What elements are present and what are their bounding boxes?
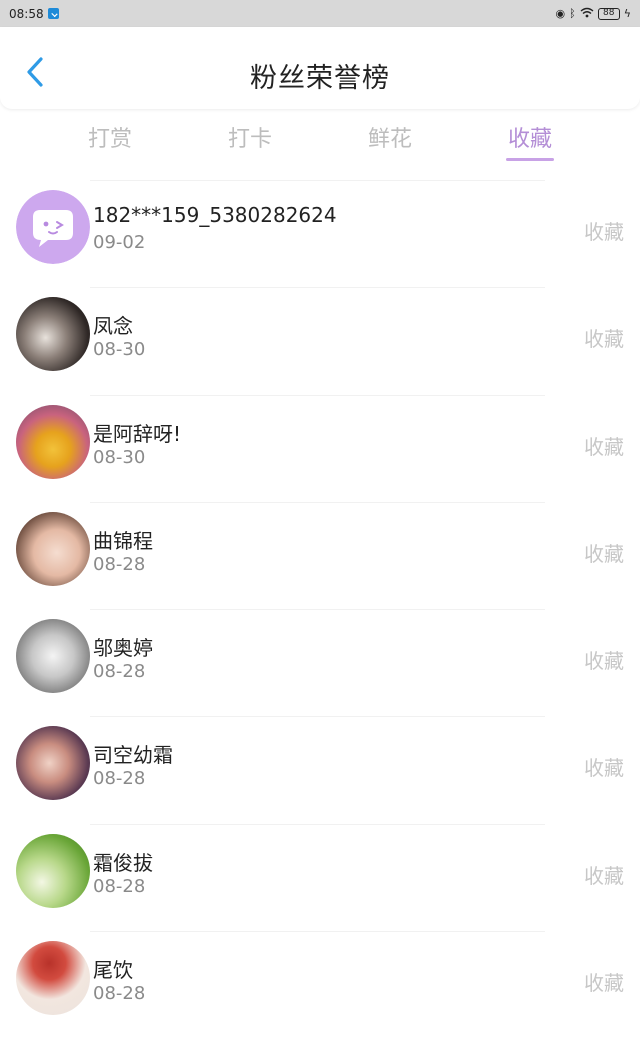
list-item[interactable]: 邬奥婷 08-28 收藏: [0, 609, 640, 716]
list-item[interactable]: 曲锦程 08-28 收藏: [0, 501, 640, 609]
tab-checkin[interactable]: 打卡: [200, 110, 300, 153]
avatar[interactable]: [16, 190, 90, 264]
favorite-label: 收藏: [584, 756, 624, 781]
divider: [90, 180, 545, 181]
tab-label: 打赏: [87, 127, 132, 152]
fan-name: 邬奥婷: [93, 636, 153, 661]
fan-name: 是阿辞呀!: [93, 421, 182, 446]
fan-date: 08-28: [93, 768, 146, 790]
status-bar-left: 08:58: [9, 7, 59, 21]
status-bar: 08:58 ◉ ᛒ 88 ϟ: [0, 0, 640, 27]
wifi-icon: [580, 7, 594, 20]
eye-icon: ◉: [555, 7, 566, 20]
tab-label: 打卡: [227, 127, 272, 152]
active-tab-indicator: [506, 158, 554, 161]
fan-list: 182***159_5380282624 09-02 收藏 凤念 08-30 收…: [0, 180, 640, 1038]
divider: [90, 394, 545, 396]
battery-icon: 88: [597, 7, 620, 20]
avatar[interactable]: [16, 619, 90, 694]
list-item[interactable]: 是阿辞呀! 08-30 收藏: [0, 394, 640, 502]
tab-reward[interactable]: 打赏: [60, 110, 160, 153]
fan-date: 08-30: [93, 339, 146, 361]
fan-name: 霜俊拔: [93, 850, 153, 875]
avatar[interactable]: [16, 511, 90, 586]
favorite-label: 收藏: [584, 863, 624, 888]
page-title: 粉丝荣誉榜: [250, 63, 390, 94]
favorite-label: 收藏: [584, 649, 624, 674]
fan-name: 尾饮: [93, 958, 133, 983]
fan-name: 182***159_5380282624: [93, 203, 337, 227]
fan-name: 凤念: [93, 314, 133, 339]
favorite-label: 收藏: [584, 434, 624, 459]
favorite-label: 收藏: [584, 971, 624, 996]
list-item[interactable]: 尾饮 08-28 收藏: [0, 931, 640, 1038]
list-item[interactable]: 司空幼霜 08-28 收藏: [0, 716, 640, 823]
tab-flowers[interactable]: 鲜花: [340, 110, 440, 153]
fan-date: 08-28: [93, 553, 146, 575]
status-time: 08:58: [9, 6, 44, 21]
list-item[interactable]: 182***159_5380282624 09-02 收藏: [0, 180, 640, 287]
notification-app-icon: [47, 8, 59, 19]
default-chat-bubble-avatar-icon: [16, 190, 90, 264]
favorite-label: 收藏: [584, 541, 624, 566]
bluetooth-icon: ᛒ: [569, 7, 576, 20]
list-item[interactable]: 霜俊拔 08-28 收藏: [0, 823, 640, 931]
favorite-label: 收藏: [584, 220, 624, 244]
fan-date: 08-28: [93, 983, 146, 1005]
divider: [90, 716, 545, 718]
fan-name: 曲锦程: [93, 528, 153, 553]
divider: [90, 931, 545, 933]
fan-date: 09-02: [93, 232, 146, 253]
avatar[interactable]: [16, 404, 90, 479]
status-bar-right: ◉ ᛒ 88 ϟ: [556, 7, 631, 20]
divider: [90, 609, 545, 611]
divider: [90, 287, 545, 289]
fan-date: 08-28: [93, 661, 146, 683]
avatar[interactable]: [16, 297, 90, 372]
fan-date: 08-30: [93, 446, 146, 468]
avatar[interactable]: [16, 833, 90, 908]
favorite-label: 收藏: [584, 327, 624, 352]
header-bar: 粉丝荣誉榜: [0, 27, 640, 109]
tab-bar: 打赏 打卡 鲜花 收藏: [0, 110, 640, 170]
tab-label: 鲜花: [367, 127, 412, 152]
charging-icon: ϟ: [623, 7, 631, 20]
fan-date: 08-28: [93, 875, 146, 897]
list-item[interactable]: 凤念 08-30 收藏: [0, 287, 640, 394]
tab-favorites[interactable]: 收藏: [480, 110, 580, 161]
divider: [90, 501, 545, 503]
divider: [90, 823, 545, 825]
avatar[interactable]: [16, 941, 90, 1016]
avatar[interactable]: [16, 726, 90, 801]
fan-name: 司空幼霜: [93, 743, 173, 768]
tab-label: 收藏: [507, 127, 552, 152]
